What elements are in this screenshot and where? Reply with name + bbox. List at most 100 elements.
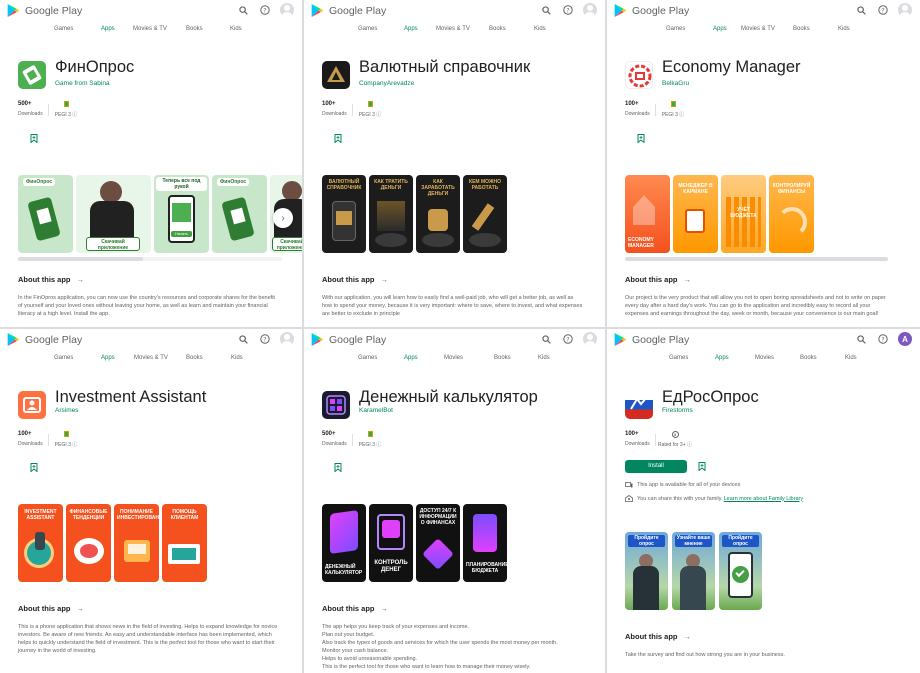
google-play-logo-icon[interactable] xyxy=(311,332,324,347)
nav-games[interactable]: Games xyxy=(666,26,685,32)
arrow-right-icon[interactable]: → xyxy=(77,604,85,613)
screenshot-4[interactable]: Помощь клиентам xyxy=(162,504,207,582)
search-icon[interactable] xyxy=(539,3,553,17)
nav-movies[interactable]: Movies xyxy=(755,355,774,361)
install-button[interactable]: Install xyxy=(625,460,687,473)
nav-books[interactable]: Books xyxy=(800,355,817,361)
search-icon[interactable] xyxy=(236,3,250,17)
brand-name[interactable]: Google Play xyxy=(25,5,82,17)
brand-name[interactable]: Google Play xyxy=(632,5,689,17)
nav-movies-tv[interactable]: Movies & TV xyxy=(436,26,470,32)
developer-link[interactable]: CompanyArevadze xyxy=(359,80,414,87)
screenshot-carousel[interactable]: Пройдите опрос Узнайте ваше мнение Пройд… xyxy=(625,532,762,610)
nav-apps[interactable]: Apps xyxy=(713,26,727,32)
nav-apps[interactable]: Apps xyxy=(101,26,115,32)
nav-books[interactable]: Books xyxy=(186,355,203,361)
bookmark-icon[interactable] xyxy=(334,134,342,143)
nav-kids[interactable]: Kids xyxy=(838,26,850,32)
about-heading[interactable]: About this app → xyxy=(625,275,691,284)
account-icon[interactable] xyxy=(280,3,294,17)
info-icon[interactable]: ⓘ xyxy=(376,442,381,448)
account-icon[interactable] xyxy=(280,332,294,346)
nav-apps[interactable]: Apps xyxy=(404,26,418,32)
screenshot-1[interactable]: Пройдите опрос xyxy=(625,532,668,610)
bookmark-icon[interactable] xyxy=(30,134,38,143)
screenshot-1[interactable]: Валютный справочник xyxy=(322,175,366,253)
nav-apps[interactable]: Apps xyxy=(715,355,729,361)
screenshot-2[interactable]: Контроль денег xyxy=(369,504,413,582)
about-heading[interactable]: About this app → xyxy=(18,275,84,284)
nav-books[interactable]: Books xyxy=(186,26,203,32)
about-heading[interactable]: About this app → xyxy=(322,604,388,613)
nav-kids[interactable]: Kids xyxy=(845,355,857,361)
nav-kids[interactable]: Kids xyxy=(538,355,550,361)
screenshot-3[interactable]: Теперь все под рукой Начать xyxy=(154,175,209,253)
screenshot-carousel[interactable]: Economy Manager Менеджер в кармане Учёт … xyxy=(625,175,814,253)
screenshot-2[interactable]: Узнайте ваше мнение xyxy=(672,532,715,610)
nav-books[interactable]: Books xyxy=(489,26,506,32)
help-icon[interactable]: ? xyxy=(876,3,890,17)
account-avatar[interactable]: A xyxy=(898,332,912,346)
carousel-scrollbar[interactable] xyxy=(625,257,888,261)
nav-kids[interactable]: Kids xyxy=(231,355,243,361)
brand-name[interactable]: Google Play xyxy=(25,334,82,346)
info-icon[interactable]: ⓘ xyxy=(376,112,381,118)
search-icon[interactable] xyxy=(236,332,250,346)
brand-name[interactable]: Google Play xyxy=(632,334,689,346)
developer-link[interactable]: KaramelBot xyxy=(359,407,393,414)
nav-games[interactable]: Games xyxy=(54,355,73,361)
nav-books[interactable]: Books xyxy=(494,355,511,361)
screenshot-carousel[interactable]: ФинОпрос Скачивай приложение Теперь все … xyxy=(18,175,302,253)
about-heading[interactable]: About this app → xyxy=(18,604,84,613)
info-icon[interactable]: ⓘ xyxy=(679,112,684,118)
arrow-right-icon[interactable]: → xyxy=(684,632,692,641)
screenshot-1[interactable]: ФинОпрос xyxy=(18,175,73,253)
info-icon[interactable]: ⓘ xyxy=(72,442,77,448)
screenshot-3[interactable]: Доступ 24/7 к информации о финансах xyxy=(416,504,460,582)
bookmark-icon[interactable] xyxy=(637,134,645,143)
nav-kids[interactable]: Kids xyxy=(230,26,242,32)
nav-games[interactable]: Games xyxy=(669,355,688,361)
screenshot-2[interactable]: Финансовые тенденции xyxy=(66,504,111,582)
nav-movies[interactable]: Movies xyxy=(444,355,463,361)
bookmark-icon[interactable] xyxy=(334,463,342,472)
nav-kids[interactable]: Kids xyxy=(534,26,546,32)
arrow-right-icon[interactable]: → xyxy=(381,604,389,613)
brand-name[interactable]: Google Play xyxy=(329,334,386,346)
help-icon[interactable]: ? xyxy=(876,332,890,346)
screenshot-1[interactable]: Investment Assistant xyxy=(18,504,63,582)
screenshot-carousel[interactable]: Валютный справочник Как тратить деньги К… xyxy=(322,175,507,253)
screenshot-2[interactable]: Скачивай приложение xyxy=(76,175,151,253)
screenshot-1[interactable]: Денежный калькулятор xyxy=(322,504,366,582)
search-icon[interactable] xyxy=(854,3,868,17)
chevron-right-icon[interactable]: › xyxy=(273,208,293,228)
google-play-logo-icon[interactable] xyxy=(7,3,20,18)
help-icon[interactable]: ? xyxy=(258,3,272,17)
arrow-right-icon[interactable]: → xyxy=(77,275,85,284)
developer-link[interactable]: Game from Sabina xyxy=(55,80,110,87)
nav-apps[interactable]: Apps xyxy=(101,355,115,361)
info-icon[interactable]: ⓘ xyxy=(687,442,692,448)
nav-games[interactable]: Games xyxy=(358,355,377,361)
bookmark-icon[interactable] xyxy=(30,463,38,472)
bookmark-icon[interactable] xyxy=(698,462,706,471)
help-icon[interactable]: ? xyxy=(561,3,575,17)
google-play-logo-icon[interactable] xyxy=(311,3,324,18)
nav-movies-tv[interactable]: Movies & TV xyxy=(134,355,168,361)
developer-link[interactable]: Firestorms xyxy=(662,407,693,414)
screenshot-3[interactable]: Понимание инвестирования xyxy=(114,504,159,582)
screenshot-4[interactable]: ФинОпрос xyxy=(212,175,267,253)
arrow-right-icon[interactable]: → xyxy=(381,275,389,284)
screenshot-2[interactable]: Как тратить деньги xyxy=(369,175,413,253)
nav-movies-tv[interactable]: Movies & TV xyxy=(133,26,167,32)
nav-games[interactable]: Games xyxy=(358,26,377,32)
google-play-logo-icon[interactable] xyxy=(7,332,20,347)
screenshot-4[interactable]: Кем можно работать xyxy=(463,175,507,253)
screenshot-2[interactable]: Менеджер в кармане xyxy=(673,175,718,253)
google-play-logo-icon[interactable] xyxy=(614,3,627,18)
arrow-right-icon[interactable]: → xyxy=(684,275,692,284)
account-icon[interactable] xyxy=(583,3,597,17)
account-icon[interactable] xyxy=(583,332,597,346)
account-icon[interactable] xyxy=(898,3,912,17)
screenshot-carousel[interactable]: Investment Assistant Финансовые тенденци… xyxy=(18,504,207,582)
